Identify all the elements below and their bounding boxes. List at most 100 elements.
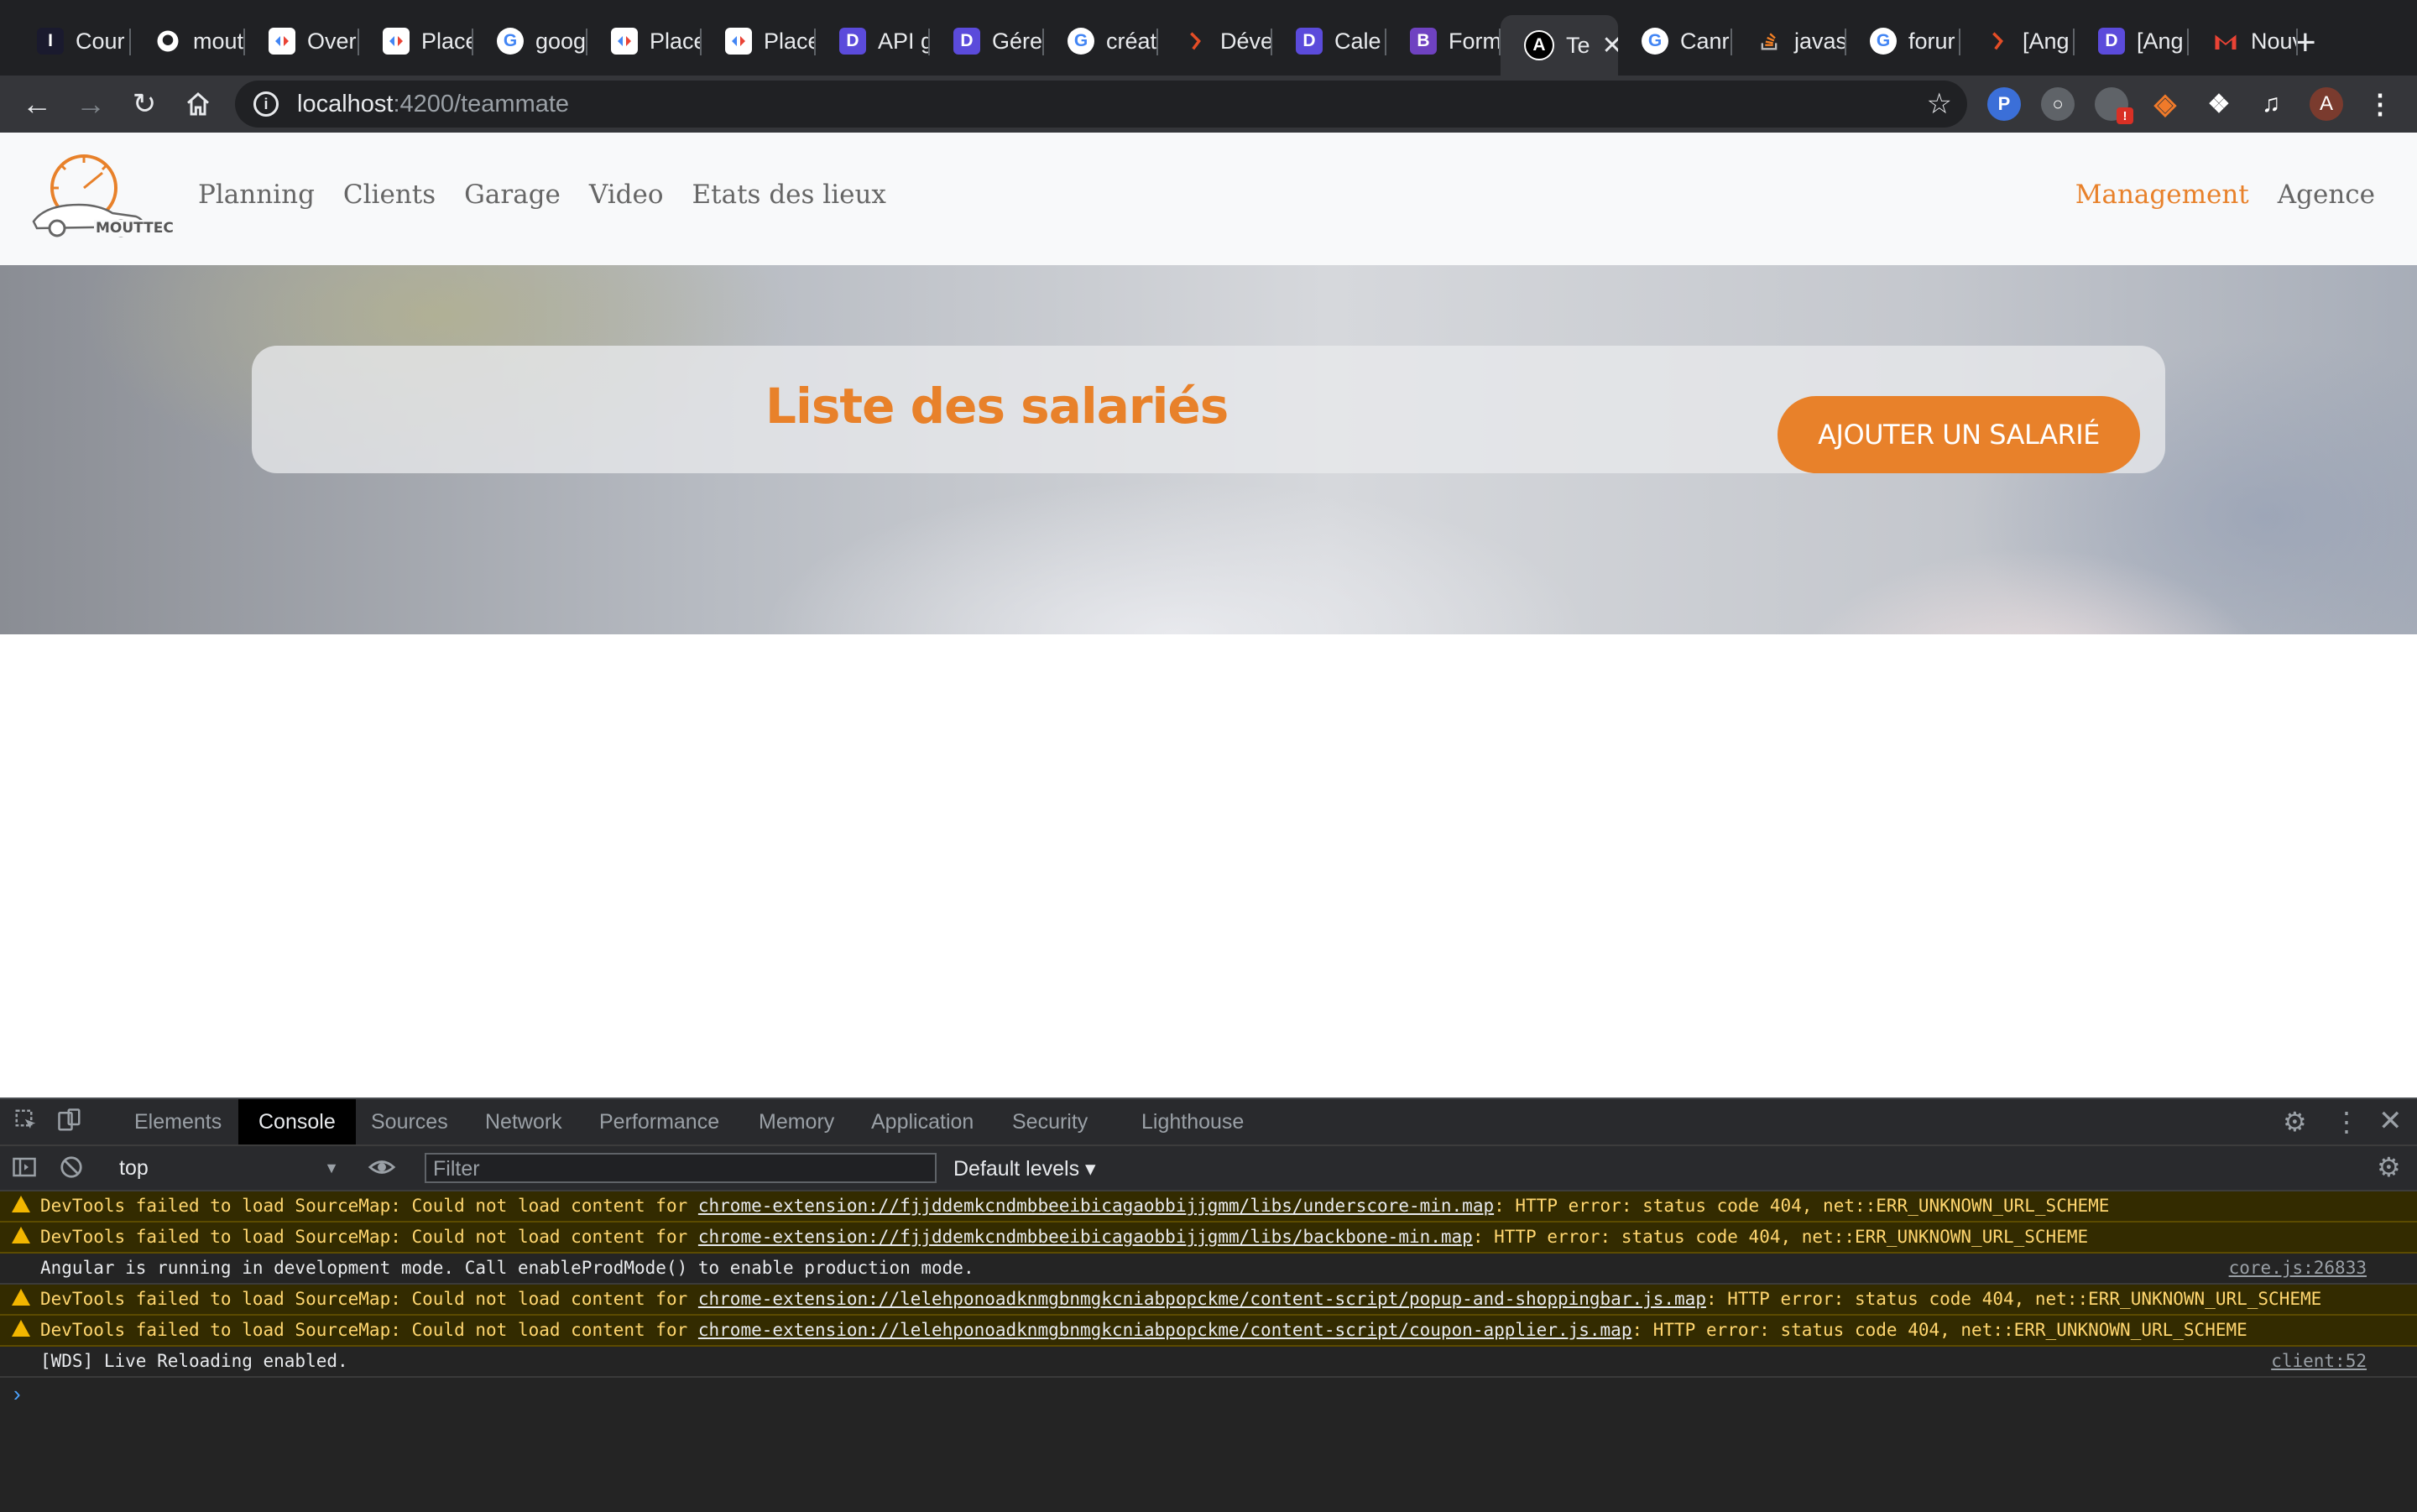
browser-tab[interactable]: Nouv — [2189, 15, 2298, 67]
browser-tab[interactable]: G Canr — [1618, 15, 1732, 67]
nav-link-garage[interactable]: Garage — [464, 180, 561, 210]
back-icon[interactable]: ← — [17, 84, 57, 124]
log-levels-dropdown[interactable]: Default levels ▾ — [953, 1156, 1096, 1181]
sidebar-toggle-icon[interactable] — [12, 1155, 37, 1186]
devtools-close-icon[interactable]: ✕ — [2378, 1104, 2403, 1138]
console-settings-icon[interactable]: ⚙ — [2377, 1151, 2401, 1183]
console-filter-input[interactable]: Filter — [425, 1153, 937, 1183]
console-message-text: Angular is running in development mode. … — [40, 1258, 974, 1278]
console-prompt[interactable]: › — [13, 1378, 2417, 1410]
nav-link-video[interactable]: Video — [589, 180, 664, 210]
clear-console-icon[interactable] — [59, 1155, 84, 1186]
browser-tab[interactable]: Déve — [1158, 15, 1272, 67]
devtools-tab-application[interactable]: Application — [851, 1099, 994, 1144]
nav-link-agence[interactable]: Agence — [2278, 180, 2375, 210]
console-source-link[interactable]: core.js:26833 — [2229, 1257, 2367, 1280]
extensions-puzzle-icon[interactable]: ❖ — [2202, 87, 2236, 121]
tab-favicon-icon: G — [1642, 28, 1668, 55]
devtools-menu-icon[interactable]: ⋮ — [2333, 1106, 2360, 1138]
extension-circle-icon[interactable]: ○ — [2041, 87, 2075, 121]
tab-favicon-icon: D — [953, 28, 980, 55]
forward-icon[interactable]: → — [70, 84, 111, 124]
hero-banner: Liste des salariés AJOUTER UN SALARIÉ — [0, 265, 2417, 634]
address-bar[interactable]: i localhost:4200/teammate ☆ — [235, 81, 1967, 128]
reload-icon[interactable]: ↻ — [124, 84, 164, 124]
add-employee-button[interactable]: AJOUTER UN SALARIÉ — [1778, 396, 2140, 473]
browser-tab-label: Gére — [992, 28, 1043, 54]
browser-tab-label: Cale — [1334, 28, 1381, 54]
profile-avatar[interactable]: A — [2310, 87, 2343, 121]
console-message-text: DevTools failed to load SourceMap: Could… — [40, 1227, 698, 1247]
context-selector[interactable]: top ▼ — [119, 1155, 339, 1181]
sourcemap-link[interactable]: chrome-extension://lelehponoadknmgbnmgkc… — [698, 1289, 1706, 1309]
browser-tab[interactable]: I Cour — [13, 15, 131, 67]
browser-tab[interactable]: A Te ✕ — [1501, 15, 1618, 76]
extension-alert-icon[interactable]: ! — [2095, 87, 2133, 124]
live-expression-eye-icon[interactable] — [368, 1153, 396, 1188]
tab-favicon-icon: I — [37, 28, 64, 55]
browser-tab-label: Te — [1566, 32, 1590, 58]
nav-link-planning[interactable]: Planning — [198, 180, 315, 210]
chrome-menu-icon[interactable]: ⋮ — [2363, 87, 2397, 121]
sourcemap-link[interactable]: chrome-extension://fjjddemkcndmbbeeibica… — [698, 1196, 1494, 1216]
browser-tab[interactable]: D API g — [816, 15, 930, 67]
devtools-tab-performance[interactable]: Performance — [579, 1099, 739, 1144]
tab-favicon-icon: D — [839, 28, 866, 55]
browser-tab-label: Form — [1449, 28, 1501, 54]
extension-p-icon[interactable]: P — [1987, 87, 2021, 121]
extension-diamond-icon[interactable]: ◈ — [2148, 87, 2182, 121]
browser-tab[interactable]: D Gére — [930, 15, 1044, 67]
console-warning: DevTools failed to load SourceMap: Could… — [0, 1223, 2417, 1254]
media-queue-icon[interactable]: ♫ — [2254, 87, 2288, 121]
console-toolbar: top ▼ Filter Default levels ▾ ⚙ — [0, 1146, 2417, 1191]
tab-favicon-icon — [1756, 28, 1783, 55]
browser-tab[interactable]: Place — [587, 15, 702, 67]
device-toolbar-icon[interactable] — [57, 1108, 82, 1139]
console-message-text: [WDS] Live Reloading enabled. — [40, 1351, 348, 1371]
tab-favicon-icon — [269, 28, 295, 55]
devtools-settings-icon[interactable]: ⚙ — [2283, 1106, 2307, 1138]
browser-tab[interactable]: B Form — [1386, 15, 1501, 67]
logo-text: MOUTTEC — [94, 220, 175, 237]
devtools-tab-memory[interactable]: Memory — [739, 1099, 854, 1144]
site-info-icon[interactable]: i — [253, 91, 279, 117]
nav-link-etats-des-lieux[interactable]: Etats des lieux — [692, 180, 886, 210]
sourcemap-link[interactable]: chrome-extension://fjjddemkcndmbbeeibica… — [698, 1227, 1473, 1247]
devtools-tab-console[interactable]: Console — [238, 1099, 356, 1144]
devtools-tab-lighthouse[interactable]: Lighthouse — [1121, 1099, 1264, 1144]
close-tab-icon[interactable]: ✕ — [1602, 31, 1618, 60]
web-page: MOUTTEC Planning Clients Garage Video Etats … — [0, 133, 2417, 1098]
tab-favicon-icon — [383, 28, 410, 55]
devtools-tab-network[interactable]: Network — [465, 1099, 582, 1144]
bookmark-star-icon[interactable]: ☆ — [1927, 87, 1952, 121]
devtools-tab-elements[interactable]: Elements — [114, 1099, 242, 1144]
browser-tab[interactable]: javas — [1732, 15, 1846, 67]
browser-tab[interactable]: mout — [131, 15, 245, 67]
browser-tab[interactable]: D Cale — [1272, 15, 1386, 67]
nav-link-management[interactable]: Management — [2075, 180, 2249, 210]
devtools-panel: ⚙ ⋮ ✕ Elements Console Sources Network Perfo… — [0, 1098, 2417, 1512]
browser-tab[interactable]: Place — [359, 15, 473, 67]
page-header-card: Liste des salariés AJOUTER UN SALARIÉ — [252, 346, 2165, 473]
app-navbar: MOUTTEC Planning Clients Garage Video Etats … — [0, 133, 2417, 265]
devtools-tab-security[interactable]: Security — [992, 1099, 1108, 1144]
browser-tab[interactable]: Gcréat — [1044, 15, 1158, 67]
tab-favicon-icon: D — [2098, 28, 2125, 55]
nav-link-clients[interactable]: Clients — [343, 180, 436, 210]
browser-tab[interactable]: [Ang — [1960, 15, 2075, 67]
browser-tab[interactable]: Place — [702, 15, 816, 67]
console-message-text: : HTTP error: status code 404, net::ERR_… — [1472, 1227, 2089, 1247]
console-source-link[interactable]: client:52 — [2271, 1350, 2367, 1373]
sourcemap-link[interactable]: chrome-extension://lelehponoadknmgbnmgkc… — [698, 1320, 1632, 1340]
browser-tab[interactable]: D [Ang — [2075, 15, 2189, 67]
console-message-text: DevTools failed to load SourceMap: Could… — [40, 1320, 698, 1340]
home-icon[interactable] — [178, 84, 218, 124]
devtools-tab-sources[interactable]: Sources — [351, 1099, 468, 1144]
browser-tab[interactable]: Ggoog — [473, 15, 587, 67]
browser-tab-label: Place — [764, 28, 816, 54]
page-title: Liste des salariés — [765, 378, 1229, 435]
inspect-element-icon[interactable] — [13, 1108, 39, 1139]
mouttec-logo[interactable]: MOUTTEC — [29, 149, 175, 242]
browser-tab[interactable]: Over — [245, 15, 359, 67]
browser-tab[interactable]: Gforur — [1846, 15, 1960, 67]
